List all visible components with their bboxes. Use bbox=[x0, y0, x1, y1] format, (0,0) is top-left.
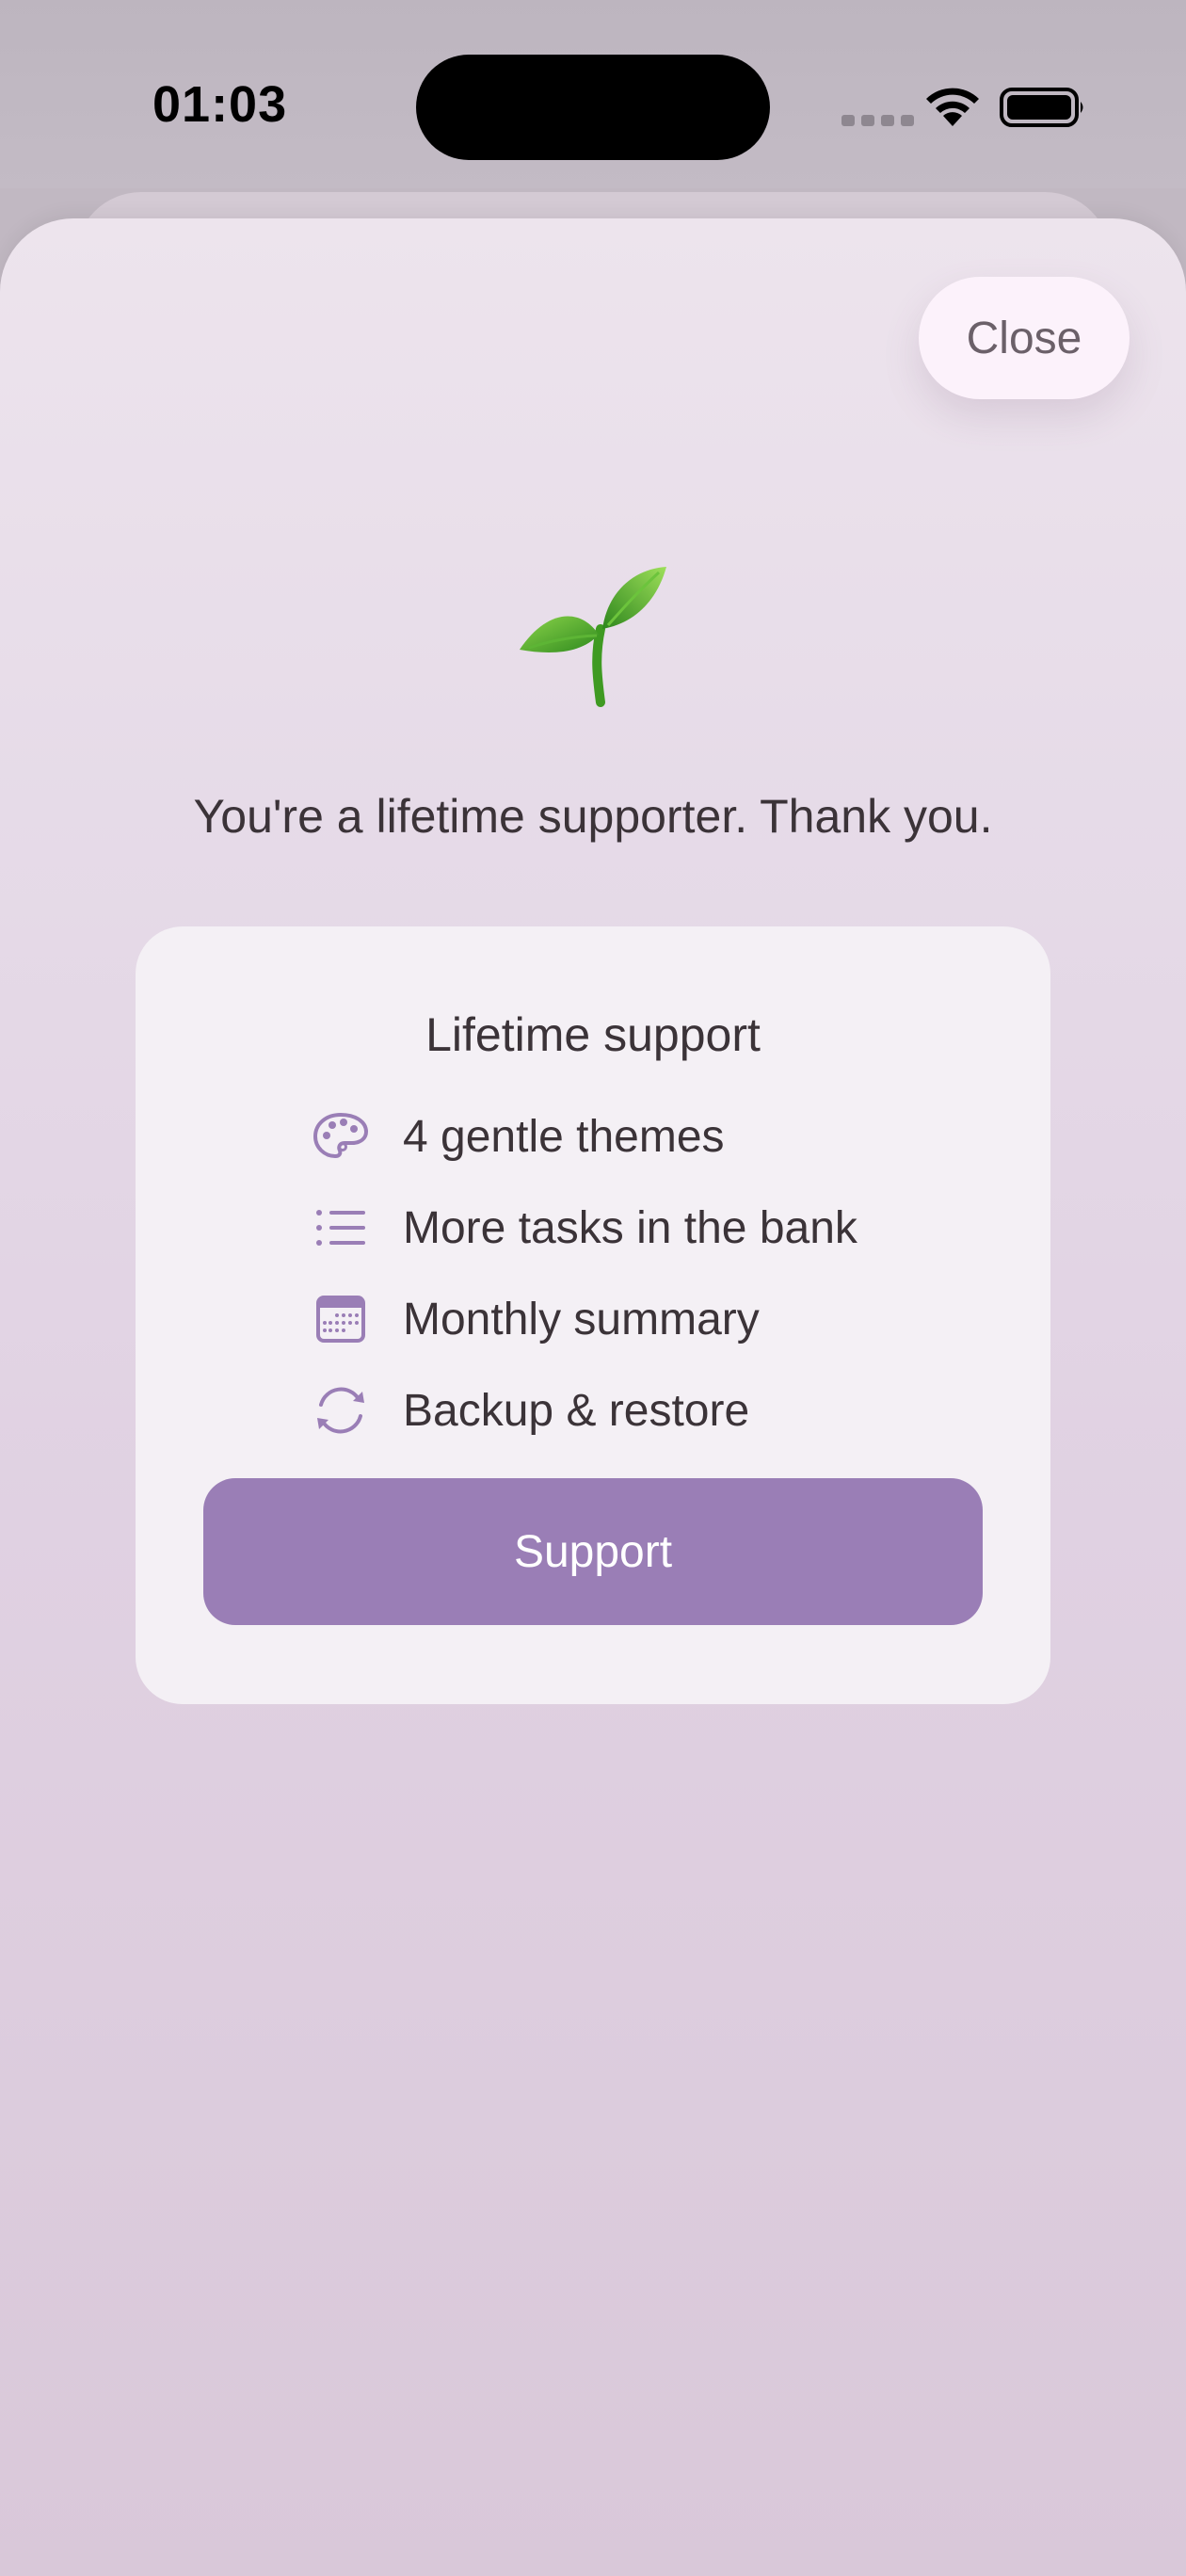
feature-label: 4 gentle themes bbox=[403, 1111, 725, 1162]
status-time: 01:03 bbox=[152, 76, 288, 133]
supporter-headline: You're a lifetime supporter. Thank you. bbox=[193, 790, 993, 843]
cellular-signal-icon bbox=[841, 115, 914, 126]
seedling-icon bbox=[520, 567, 666, 707]
list-icon bbox=[311, 1198, 371, 1258]
card-title: Lifetime support bbox=[425, 1008, 761, 1061]
feature-item-summary: Monthly summary bbox=[311, 1286, 760, 1352]
feature-label: Monthly summary bbox=[403, 1294, 760, 1344]
palette-icon bbox=[311, 1106, 371, 1167]
support-button[interactable]: Support bbox=[203, 1478, 983, 1625]
wifi-icon bbox=[926, 88, 979, 126]
battery-icon bbox=[1000, 88, 1083, 127]
feature-item-themes: 4 gentle themes bbox=[311, 1103, 725, 1169]
status-bar: 01:03 bbox=[0, 0, 1186, 188]
calendar-icon bbox=[311, 1289, 371, 1349]
close-button[interactable]: Close bbox=[919, 277, 1130, 399]
feature-label: More tasks in the bank bbox=[403, 1202, 857, 1253]
feature-label: Backup & restore bbox=[403, 1385, 750, 1436]
feature-item-tasks: More tasks in the bank bbox=[311, 1195, 857, 1261]
sync-icon bbox=[311, 1380, 371, 1441]
dynamic-island bbox=[416, 55, 770, 160]
lifetime-support-card: Lifetime support 4 gentle themes More ta… bbox=[136, 926, 1050, 1704]
feature-item-backup: Backup & restore bbox=[311, 1377, 749, 1443]
